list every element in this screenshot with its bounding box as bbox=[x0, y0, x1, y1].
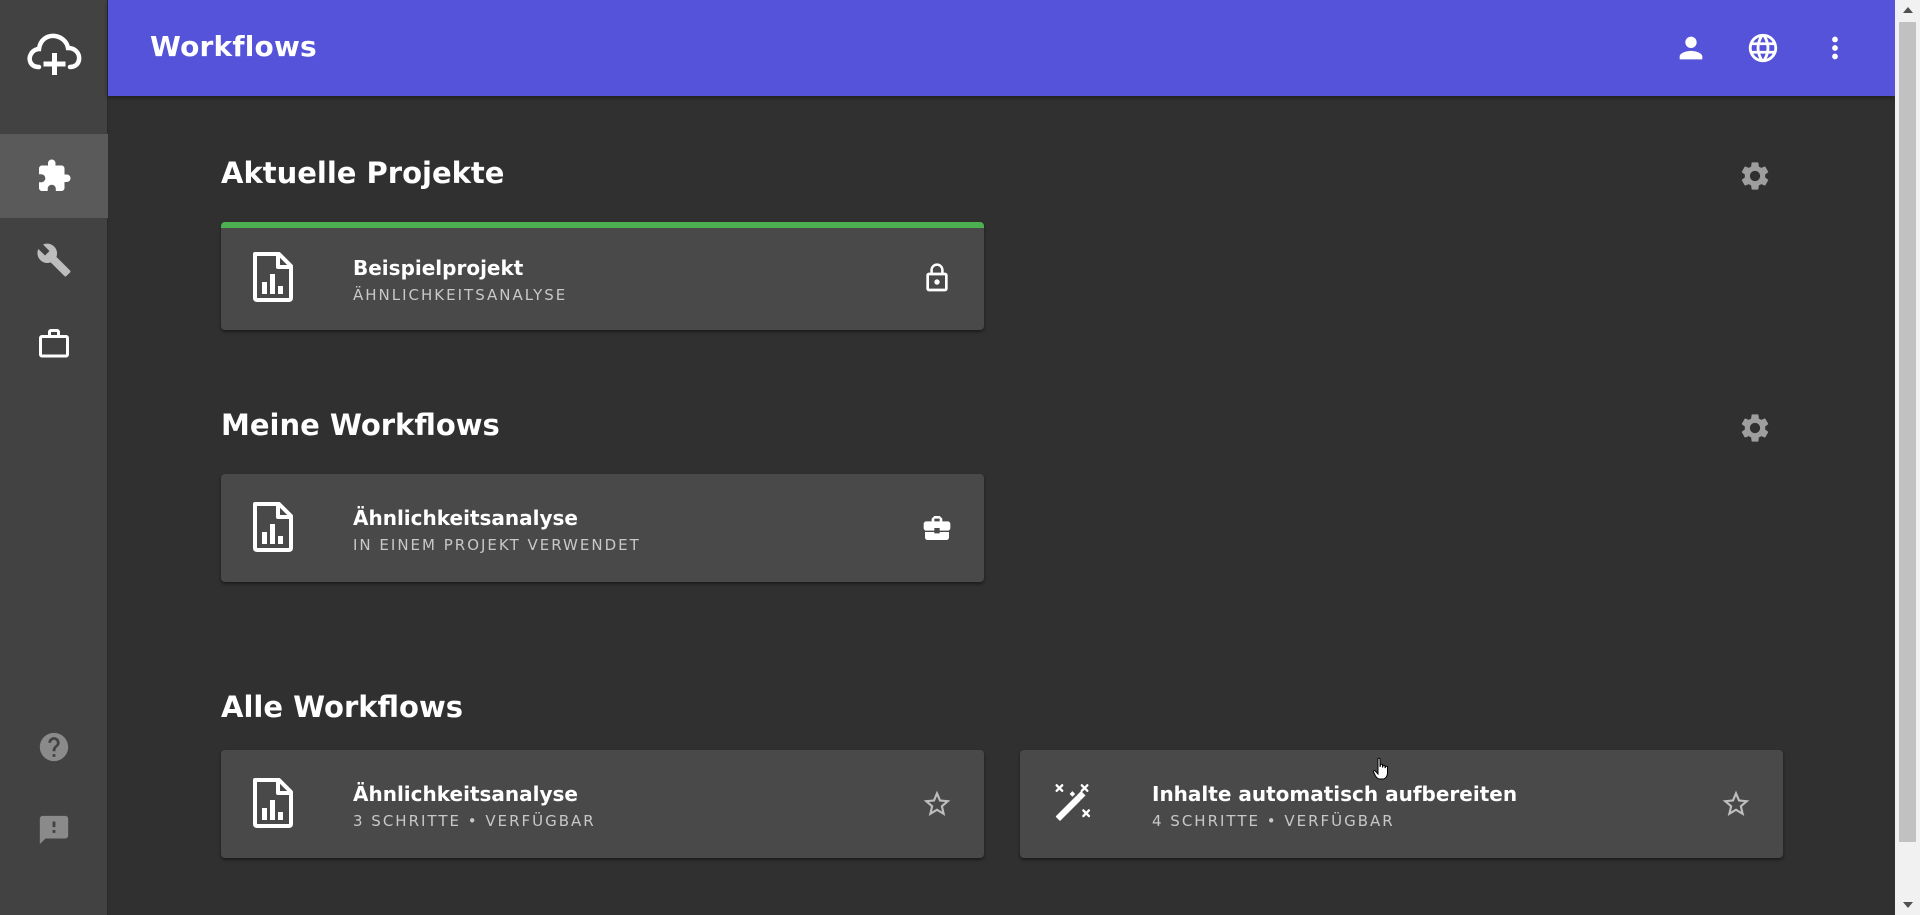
page-title: Workflows bbox=[150, 30, 317, 63]
hand-cursor-icon bbox=[1372, 757, 1388, 780]
card-icon bbox=[249, 250, 297, 304]
feedback-icon bbox=[39, 815, 69, 845]
card-subtitle: 3 SCHRITTE • VERFÜGBAR bbox=[353, 812, 596, 830]
card-subtitle: 4 SCHRITTE • VERFÜGBAR bbox=[1152, 812, 1395, 830]
triangle-up-icon bbox=[1902, 7, 1913, 13]
sidebar-item-tools[interactable] bbox=[0, 218, 108, 302]
card-icon bbox=[1048, 776, 1096, 830]
sidebar bbox=[0, 0, 108, 915]
card-icon bbox=[249, 776, 297, 830]
briefcase-icon bbox=[39, 329, 69, 358]
star-outline-icon bbox=[1722, 790, 1750, 816]
sidebar-item-projects[interactable] bbox=[0, 302, 108, 386]
section-title-current-projects: Aktuelle Projekte bbox=[221, 156, 505, 190]
favorite-button[interactable] bbox=[915, 782, 959, 826]
current-projects-settings-button[interactable] bbox=[1735, 156, 1775, 196]
scroll-up-arrow[interactable] bbox=[1895, 0, 1920, 20]
scrollbar-thumb[interactable] bbox=[1899, 22, 1916, 842]
magic-wand-icon bbox=[1055, 784, 1091, 821]
cloud-plus-icon bbox=[27, 33, 82, 75]
project-card[interactable]: Beispielprojekt ÄHNLICHKEITSANALYSE bbox=[221, 222, 984, 330]
workflow-card[interactable]: Ähnlichkeitsanalyse 3 SCHRITTE • VERFÜGB… bbox=[221, 750, 984, 858]
card-title: Beispielprojekt bbox=[353, 256, 524, 280]
card-subtitle: ÄHNLICHKEITSANALYSE bbox=[353, 286, 568, 304]
chart-file-icon bbox=[253, 778, 293, 828]
workflow-card[interactable]: Inhalte automatisch aufbereiten 4 SCHRIT… bbox=[1020, 750, 1783, 858]
favorite-button[interactable] bbox=[1714, 782, 1758, 826]
more-vert-icon bbox=[1832, 36, 1838, 60]
globe-icon bbox=[1748, 33, 1778, 63]
projects-button[interactable] bbox=[915, 506, 959, 550]
account-icon bbox=[1679, 36, 1703, 60]
card-subtitle: IN EINEM PROJEKT VERWENDET bbox=[353, 536, 641, 554]
app-header: Workflows bbox=[108, 0, 1895, 96]
card-icon bbox=[249, 500, 297, 554]
card-title: Inhalte automatisch aufbereiten bbox=[1152, 782, 1518, 806]
chart-file-icon bbox=[253, 502, 293, 552]
chart-file-icon bbox=[253, 252, 293, 302]
help-icon bbox=[39, 732, 69, 762]
section-title-all-workflows: Alle Workflows bbox=[221, 690, 464, 724]
account-button[interactable] bbox=[1667, 24, 1715, 72]
gear-icon bbox=[1741, 162, 1769, 190]
star-outline-icon bbox=[923, 790, 951, 816]
language-button[interactable] bbox=[1739, 24, 1787, 72]
sidebar-item-help[interactable] bbox=[0, 705, 108, 789]
sidebar-item-feedback[interactable] bbox=[0, 788, 108, 872]
card-title: Ähnlichkeitsanalyse bbox=[353, 506, 578, 530]
gear-icon bbox=[1741, 414, 1769, 442]
triangle-down-icon bbox=[1902, 902, 1913, 908]
my-workflows-settings-button[interactable] bbox=[1735, 408, 1775, 448]
wrench-icon bbox=[37, 243, 71, 277]
sidebar-item-workflows[interactable] bbox=[0, 134, 108, 218]
more-options-button[interactable] bbox=[1811, 24, 1859, 72]
puzzle-icon bbox=[39, 159, 71, 191]
app-logo[interactable] bbox=[0, 0, 108, 108]
lock-icon bbox=[926, 263, 948, 292]
scroll-down-arrow[interactable] bbox=[1895, 895, 1920, 915]
section-title-my-workflows: Meine Workflows bbox=[221, 408, 500, 442]
briefcase-icon bbox=[923, 516, 951, 540]
vertical-scrollbar[interactable] bbox=[1895, 0, 1920, 915]
lock-button[interactable] bbox=[915, 256, 959, 300]
card-title: Ähnlichkeitsanalyse bbox=[353, 782, 578, 806]
workflow-card[interactable]: Ähnlichkeitsanalyse IN EINEM PROJEKT VER… bbox=[221, 474, 984, 582]
